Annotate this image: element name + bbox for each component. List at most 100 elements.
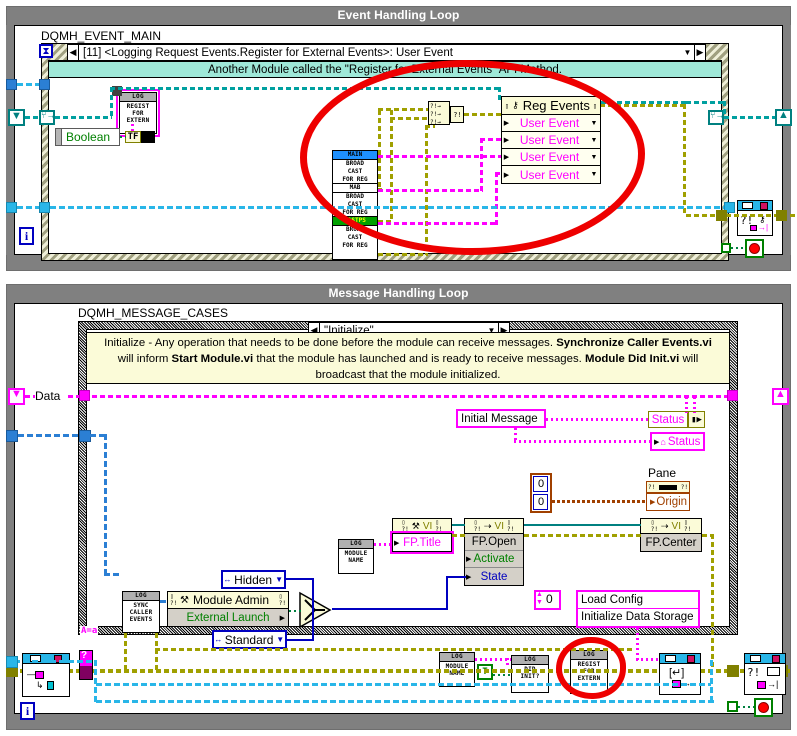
wire-sync-err-up-2 — [155, 633, 158, 671]
reg-events-row-4[interactable]: ▶ User Event ▼ — [502, 166, 600, 183]
dqmh-book-icon-4 — [771, 654, 780, 663]
dqmh-envelope-icon-3 — [665, 655, 677, 662]
message-enqueue-node[interactable]: [↵] → — [659, 653, 701, 695]
config-array-constant[interactable]: Load Config Initialize Data Storage — [576, 590, 700, 628]
origin-x-const[interactable]: 0 — [533, 476, 548, 492]
bundle-cluster-node[interactable]: ?!→ ?!→ ?!→ — [428, 101, 450, 126]
message-handling-dqmh-node[interactable]: ?! →| — [744, 653, 786, 695]
data-tunnel-case-right[interactable] — [727, 390, 738, 401]
index-constant-spinner-icon[interactable]: ▲ ▼ — [536, 591, 543, 607]
case-prev-arrow[interactable]: ◀ — [68, 45, 79, 60]
case-selector-dropdown-icon[interactable]: ▼ — [681, 48, 694, 57]
wire-chain-event-mid — [50, 206, 660, 209]
fp-center-property[interactable]: FP.Center — [641, 534, 701, 551]
wire-initmsg-to-status — [546, 418, 648, 421]
event-olive-shiftreg-right[interactable] — [776, 210, 787, 221]
wire-top-left-chain — [17, 83, 39, 86]
doc-line-2: will inform Start Module.vi that the mod… — [93, 351, 723, 367]
enum-hidden[interactable]: ↔ Hidden ▼ — [221, 570, 286, 589]
dqmh-pink-sq-1 — [750, 225, 757, 231]
event-stop-terminal[interactable] — [721, 243, 731, 253]
msg-chain-tunnel-left[interactable] — [6, 656, 18, 668]
module-admin-hdr-right: ▯?! — [278, 593, 286, 607]
reg-events-row1-dd[interactable]: ▼ — [588, 120, 600, 127]
sync-caller-events-vi[interactable]: LOG SYNC CALLER EVENTS — [122, 591, 160, 633]
enum-hidden-dropdown-icon[interactable]: ▼ — [274, 575, 284, 584]
message-stop-terminal[interactable] — [727, 701, 738, 712]
event-case-selector[interactable]: ◀ [11] <Logging Request Events.Register … — [67, 44, 706, 61]
message-stop-button[interactable] — [754, 698, 773, 717]
reg-events-row-1[interactable]: ▶ User Event ▼ — [502, 115, 600, 132]
module-admin-method-label: External Launch — [186, 611, 270, 624]
event-shiftreg-left-top[interactable] — [39, 79, 50, 90]
event-shiftreg-left-mid[interactable] — [39, 202, 50, 213]
sync-caller-header: LOG — [123, 592, 159, 601]
wire-modname-to-fptitle — [374, 543, 391, 546]
dqmh-pink-sq-2 — [35, 671, 44, 679]
module-admin-header: ▯?! ⚒ Module Admin ▯?! — [168, 592, 288, 609]
reg-events-row2-dd[interactable]: ▼ — [588, 137, 600, 144]
fp-open-property[interactable]: FP.Open — [465, 534, 523, 551]
enum-standard-arrows[interactable]: ↔ — [214, 635, 223, 644]
wire-select-out-up — [446, 576, 448, 610]
status-indicator[interactable]: Status — [648, 411, 688, 428]
doc-l2e: will — [679, 353, 699, 365]
event-tunnel-top-left[interactable] — [6, 79, 17, 90]
reg-events-key-icon: ⚷ — [512, 100, 519, 110]
select-primitive-node[interactable] — [298, 591, 332, 629]
register-for-events-node[interactable]: ▯ ⚷ Reg Events ▯ ▶ User Event ▼ ▶ User E… — [501, 96, 601, 184]
event-stop-button[interactable] — [745, 239, 764, 258]
boolean-tf-indicator[interactable]: TF — [125, 131, 141, 143]
msg-olive-shiftreg-right[interactable] — [727, 665, 739, 677]
module-admin-method[interactable]: External Launch ▶ — [168, 609, 288, 626]
reg-events-row-3[interactable]: ▶ User Event ▼ — [502, 149, 600, 166]
wire-stop-dotted-2 — [738, 706, 754, 708]
wire-chain-msg-right-v — [710, 660, 713, 704]
reg-events-row4-dd[interactable]: ▼ — [588, 171, 600, 178]
dqmh-envelope-icon-1 — [741, 202, 753, 209]
fp-center-node[interactable]: ▯?! ⇢ VI ▯?! FP.Center — [640, 518, 702, 552]
wire-pink-mab-h2 — [480, 138, 501, 141]
broadcast-node-fastps[interactable]: FASTPS BROAD CAST FOR REG — [332, 216, 378, 260]
dqmh-arrow-glyph-1: →| — [758, 223, 769, 232]
event-timeout-terminal[interactable]: ⧗ — [39, 44, 53, 58]
fp-state-property[interactable]: ▶ State — [465, 568, 523, 585]
fp-center-vi-label: VI — [671, 520, 681, 532]
event-handling-dqmh-node[interactable]: ?! ⚷ →| — [737, 200, 773, 236]
origin-property-node[interactable]: ▶ Origin — [646, 493, 690, 511]
status-property-node[interactable]: ▶ ⌂ Status — [650, 432, 705, 451]
wire-right-teal-v — [723, 101, 726, 115]
enum-standard-dropdown-icon[interactable]: ▼ — [275, 635, 285, 644]
module-name-vi-1[interactable]: LOG MODULE NAME — [338, 539, 374, 574]
reg-events-row3-dd[interactable]: ▼ — [588, 154, 600, 161]
fp-title-vi-label: VI — [422, 520, 433, 532]
enum-hidden-arrows[interactable]: ↔ — [223, 575, 232, 584]
fp-open-node[interactable]: ▯?! ⇢ VI ▯?! FP.Open ▶ Activate ▶ State — [464, 518, 524, 586]
fp-activate-property[interactable]: ▶ Activate — [465, 551, 523, 568]
boolean-terminal[interactable]: Boolean — [55, 128, 120, 146]
enum-hidden-label: Hidden — [234, 572, 273, 587]
reg-events-row-2[interactable]: ▶ User Event ▼ — [502, 132, 600, 149]
origin-y-const[interactable]: 0 — [533, 494, 548, 510]
message-ref-tunnel-left[interactable] — [6, 430, 18, 442]
status-property-home-icon: ⌂ — [660, 436, 666, 447]
fp-center-label: FP.Center — [645, 536, 697, 549]
event-tunnel-mid-left[interactable] — [6, 202, 17, 213]
config-item-1[interactable]: Initialize Data Storage — [578, 609, 698, 625]
wire-pink-fastps — [378, 222, 498, 225]
message-data-tunnel-glyph: ▼ — [11, 388, 22, 400]
event-olive-shiftreg[interactable] — [716, 210, 727, 221]
case-next-arrow[interactable]: ▶ — [694, 45, 705, 60]
config-item-0[interactable]: Load Config — [578, 592, 698, 609]
reg-events-left-glyph: ▯ — [504, 101, 510, 110]
enum-standard-label: Standard — [224, 632, 274, 647]
doc-line-3: broadcast that the module initialized. — [315, 369, 501, 381]
data-tunnel-case-left[interactable] — [79, 390, 90, 401]
wire-vi-to-bool — [131, 124, 134, 132]
bundle-output-node[interactable]: ?! — [450, 106, 464, 123]
initial-message-constant[interactable]: Initial Message — [456, 409, 546, 428]
enum-standard[interactable]: ↔ Standard ▼ — [212, 630, 287, 649]
module-admin-invoke-node[interactable]: ▯?! ⚒ Module Admin ▯?! External Launch ▶ — [167, 591, 289, 627]
did-init-vi[interactable]: LOG DID INIT? — [511, 655, 549, 693]
wire-right-teal-2 — [724, 116, 775, 119]
